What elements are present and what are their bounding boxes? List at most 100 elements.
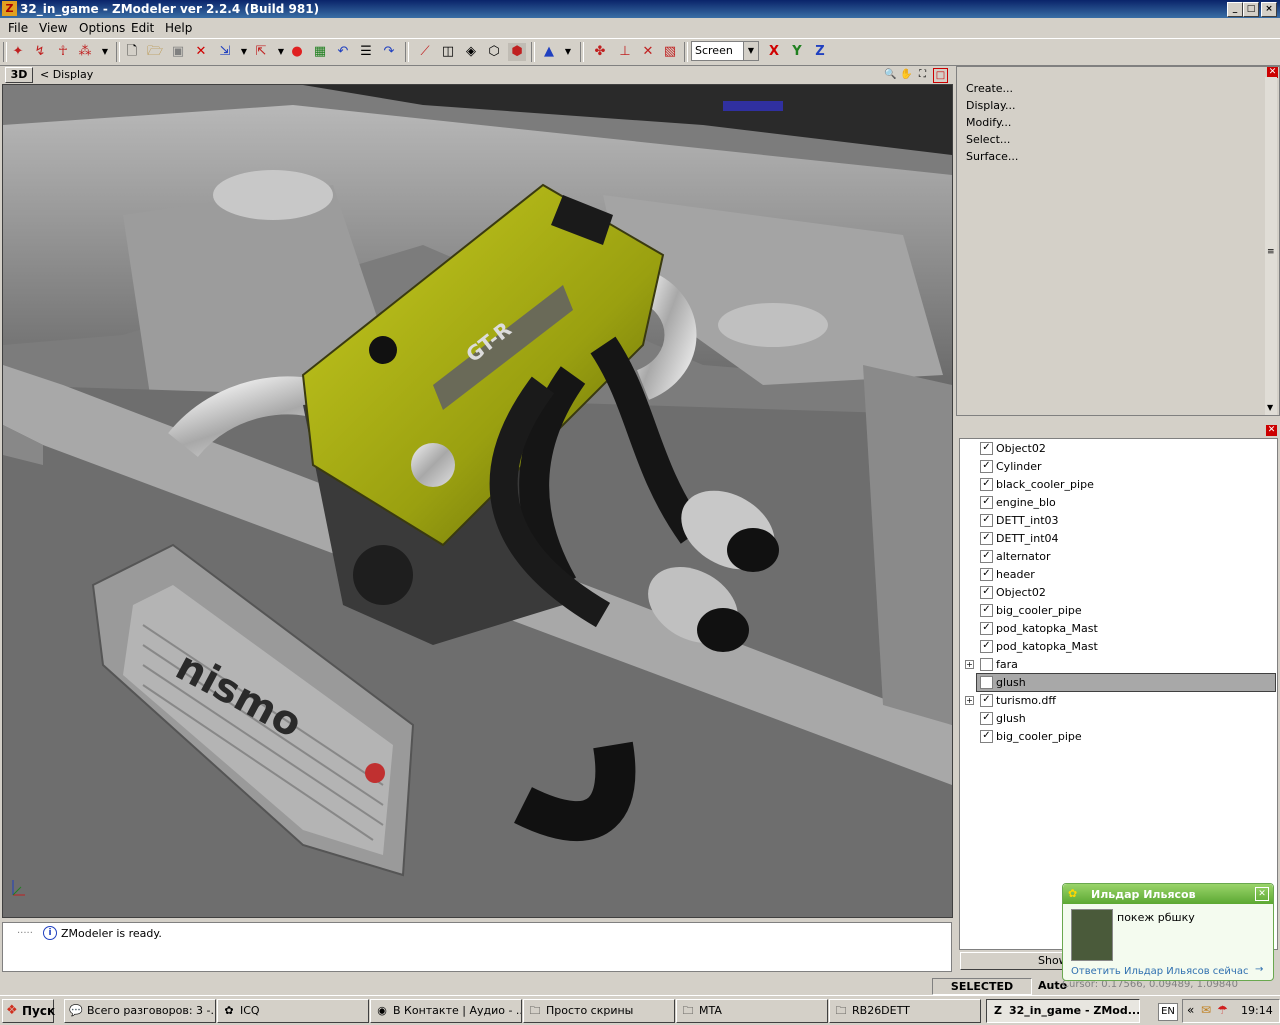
reply-link[interactable]: Ответить Ильдар Ильясов сейчас [1071,966,1248,977]
visibility-checkbox[interactable]: ✓ [980,496,993,509]
grid-icon[interactable]: ▧ [661,43,679,61]
selection-mode-indicator[interactable]: SELECTED MODE [932,978,1032,1008]
taskbar-button[interactable]: 🗀 RB26DETT [829,999,981,1023]
object-row[interactable]: ✓ pod_katopka_Mast [960,637,1277,655]
delete-icon[interactable]: ✕ [192,43,210,61]
object-row[interactable]: ✓ Object02 [960,583,1277,601]
tray-mail-icon[interactable]: ✉ [1201,1003,1211,1017]
visibility-checkbox[interactable]: ✓ [980,712,993,725]
command-select[interactable]: Select... [966,133,1010,146]
visibility-checkbox[interactable]: ✓ [980,532,993,545]
chevron-down-icon[interactable]: ▼ [743,42,758,60]
close-button[interactable]: × [1261,2,1277,17]
object-row[interactable]: ✓ header [960,565,1277,583]
visibility-checkbox[interactable] [980,676,993,689]
command-modify[interactable]: Modify... [966,116,1011,129]
visibility-checkbox[interactable]: ✓ [980,604,993,617]
object-row[interactable]: ✓ alternator [960,547,1277,565]
visibility-checkbox[interactable]: ✓ [980,550,993,563]
tray-antivirus-icon[interactable]: ☂ [1217,1003,1228,1017]
visibility-checkbox[interactable]: ✓ [980,586,993,599]
expand-icon[interactable]: + [965,660,974,669]
object-tree[interactable]: ✓ Object02 ✓ Cylinder ✓ black_cooler_pipe ✓ eng… [959,438,1278,950]
close-panel-icon[interactable]: ✕ [1266,425,1277,436]
axis-z-button[interactable]: Z [811,43,829,61]
object-row[interactable]: + ✓ turismo.dff [960,691,1277,709]
object-row[interactable]: ✓ pod_katopka_Mast [960,619,1277,637]
scroll-grip-icon[interactable]: ≡ [1267,247,1275,257]
menu-edit[interactable]: Edit [131,21,154,35]
scroll-down-icon[interactable]: ▼ [1267,403,1273,412]
selection-mode-icon[interactable]: ⬢ [508,43,526,61]
visibility-checkbox[interactable]: ✓ [980,442,993,455]
command-surface[interactable]: Surface... [966,150,1018,163]
properties-icon[interactable]: ☰ [357,43,375,61]
object-row[interactable]: ✓ big_cooler_pipe [960,601,1277,619]
open-folder-icon[interactable]: 🗁 [146,43,164,61]
message-notification[interactable]: ✿ Ильдар Ильясов ✕ покеж рбшку Ответить … [1062,883,1274,981]
face-mode-icon[interactable]: ◫ [439,43,457,61]
render-icon[interactable]: ▦ [311,43,329,61]
save-icon[interactable]: ▣ [169,43,187,61]
tray-expand-icon[interactable]: « [1187,1003,1194,1017]
taskbar-button[interactable]: ◉ В Контакте | Аудио - ... [370,999,522,1023]
visibility-checkbox[interactable]: ✓ [980,460,993,473]
menu-view[interactable]: View [39,21,67,35]
import-icon[interactable]: ⇲ [216,43,234,61]
zmodeler-app-icon[interactable]: Z [2,1,17,16]
visibility-checkbox[interactable]: ✓ [980,568,993,581]
arrow-right-icon[interactable]: → [1255,964,1263,975]
commands-scrollbar[interactable]: ≡ ▼ [1265,77,1277,415]
object-row[interactable]: + fara [960,655,1277,673]
object-row[interactable]: glush [960,673,1277,692]
dropdown-arrow-icon[interactable]: ▼ [96,43,114,61]
object-row[interactable]: ✓ DETT_int03 [960,511,1277,529]
expand-icon[interactable]: + [965,696,974,705]
start-button[interactable]: ❖ Пуск [2,999,55,1023]
object-row[interactable]: ✓ black_cooler_pipe [960,475,1277,493]
world-axes-icon[interactable]: ✕ [639,43,657,61]
object-row[interactable]: ✓ glush [960,709,1277,727]
menu-file[interactable]: File [8,21,28,35]
minimize-button[interactable]: _ [1227,2,1243,17]
visibility-checkbox[interactable] [980,658,993,671]
record-icon[interactable]: ● [288,43,306,61]
local-axes-icon[interactable]: ⊥ [616,43,634,61]
pick-tool-icon[interactable]: ↯ [31,43,49,61]
object-row[interactable]: ✓ engine_blo [960,493,1277,511]
command-display[interactable]: Display... [966,99,1015,112]
viewport-breadcrumb[interactable]: < Display [40,68,93,81]
object-row[interactable]: ✓ big_cooler_pipe [960,727,1277,745]
menu-options[interactable]: Options [79,21,125,35]
import-dropdown-icon[interactable]: ▼ [235,43,253,61]
object-row[interactable]: ✓ DETT_int04 [960,529,1277,547]
select-tool-icon[interactable]: ✦ [9,43,27,61]
box-mode-icon[interactable]: ⬡ [485,43,503,61]
redo-icon[interactable]: ↷ [380,43,398,61]
restore-button[interactable]: □ [1243,2,1259,17]
menu-help[interactable]: Help [165,21,192,35]
object-mode-icon[interactable]: ◈ [462,43,480,61]
export-icon[interactable]: ⇱ [252,43,270,61]
axis-icon[interactable]: ▲ [540,43,558,61]
visibility-checkbox[interactable]: ✓ [980,478,993,491]
visibility-checkbox[interactable]: ✓ [980,730,993,743]
coordinate-space-select[interactable]: Screen ▼ [691,41,759,61]
axis-x-button[interactable]: X [765,43,783,61]
visibility-checkbox[interactable]: ✓ [980,640,993,653]
snap-icon[interactable]: ✤ [591,43,609,61]
taskbar-button[interactable]: 🗀 Просто скрины [523,999,675,1023]
taskbar-button[interactable]: 🗀 MTA [676,999,828,1023]
viewport-mode-button[interactable]: 3D [5,67,33,83]
visibility-checkbox[interactable]: ✓ [980,622,993,635]
3d-viewport[interactable]: GT-R nismo [2,84,953,918]
new-file-icon[interactable]: 🗋 [123,43,141,61]
visibility-checkbox[interactable]: ✓ [980,694,993,707]
command-create[interactable]: Create... [966,82,1013,95]
taskbar-button[interactable]: 💬 Всего разговоров: 3 -... [64,999,216,1023]
fit-view-icon[interactable]: ⛶ [916,68,929,81]
taskbar-button[interactable]: ✿ ICQ [217,999,369,1023]
object-row[interactable]: ✓ Cylinder [960,457,1277,475]
figure-tool-icon[interactable]: ☥ [54,43,72,61]
axis-dropdown-icon[interactable]: ▼ [559,43,577,61]
